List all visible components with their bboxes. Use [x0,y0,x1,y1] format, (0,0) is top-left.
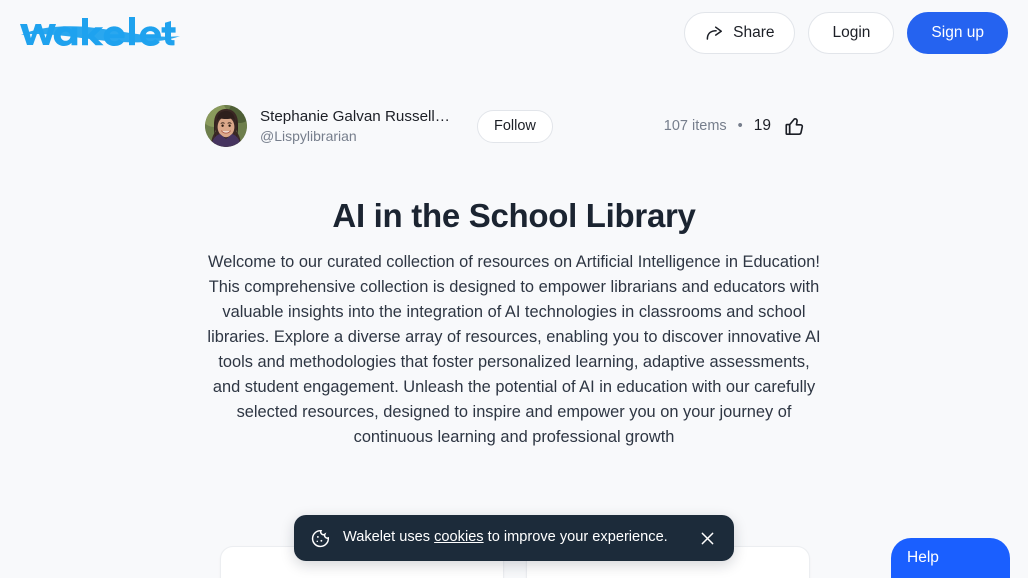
close-icon [701,532,714,544]
page-root: Share Login Sign up Stephanie Galvan Rus… [0,0,1028,578]
profile-handle[interactable]: @Lispylibrarian [260,128,450,146]
collection-description: Welcome to our curated collection of res… [207,253,821,446]
wakelet-logo-icon [20,17,180,46]
help-button-label: Help [907,549,939,567]
signup-button-label: Sign up [931,24,984,42]
profile-block: Stephanie Galvan Russell,… @Lispylibrari… [205,105,553,147]
cookie-text-before: Wakelet uses [343,529,435,546]
signup-button[interactable]: Sign up [907,12,1008,54]
share-arrow-icon [706,25,723,40]
stats-separator: • [737,118,743,134]
header-actions: Share Login Sign up [684,12,1008,54]
help-button[interactable]: Help [891,538,1010,578]
login-button[interactable]: Login [808,12,895,54]
items-count: 107 items [663,118,727,134]
cookie-banner-text: Wakelet uses cookies to improve your exp… [343,529,682,547]
share-button[interactable]: Share [684,12,796,54]
collection-stats: 107 items • 19 [664,115,1008,138]
cookie-text-after: to improve your experience. [483,529,668,546]
follow-button[interactable]: Follow [477,109,553,143]
profile-display-name[interactable]: Stephanie Galvan Russell,… [260,107,450,126]
profile-names: Stephanie Galvan Russell,… @Lispylibrari… [260,107,450,146]
likes-count: 19 [753,117,771,134]
like-button[interactable] [783,115,806,138]
page-title: AI in the School Library [332,197,696,234]
wakelet-logo[interactable] [18,13,198,53]
cookie-icon [311,529,330,547]
share-button-label: Share [733,24,775,42]
site-header: Share Login Sign up [0,0,1028,66]
close-cookie-banner-button[interactable] [698,529,717,548]
avatar-photo [205,105,247,147]
cookies-link[interactable]: cookies [434,529,483,545]
collection-meta-row: Stephanie Galvan Russell,… @Lispylibrari… [0,100,1028,152]
avatar[interactable] [205,105,247,147]
thumbs-up-icon [785,117,804,135]
login-button-label: Login [832,24,871,42]
cookie-banner: Wakelet uses cookies to improve your exp… [294,515,734,561]
follow-button-label: Follow [494,117,536,134]
